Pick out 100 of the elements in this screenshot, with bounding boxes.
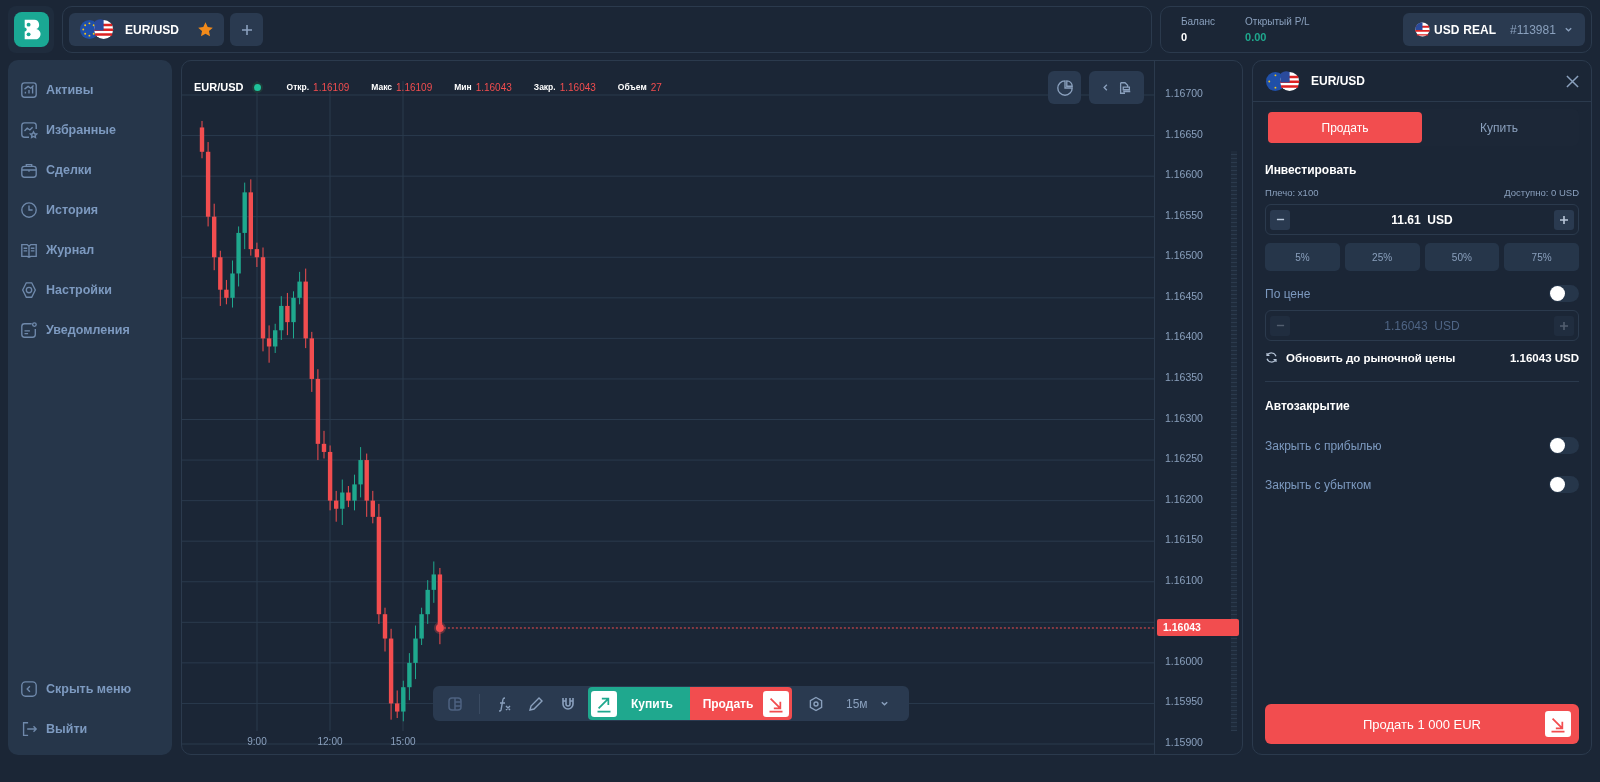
- market-price: 1.16043 USD: [1509, 351, 1579, 364]
- book-icon: [20, 241, 38, 259]
- chart-symbol: EUR/USD: [194, 81, 244, 93]
- magnet-icon[interactable]: [560, 695, 576, 712]
- document-icon: [1118, 80, 1132, 95]
- percent-button[interactable]: 5%: [1265, 243, 1340, 271]
- stat-value: 1.16043: [559, 81, 596, 93]
- us-flag-icon: [1415, 22, 1430, 37]
- available-label: Доступно: 0 USD: [1504, 187, 1579, 198]
- pl-label: Открытый P/L: [1245, 16, 1310, 27]
- plus-icon: [240, 23, 253, 36]
- settings-icon[interactable]: [808, 695, 824, 712]
- price-label: 1.15900: [1165, 736, 1203, 748]
- sidebar-item[interactable]: Скрыть меню: [20, 669, 172, 709]
- section-title: Инвестировать: [1265, 163, 1358, 177]
- star-icon[interactable]: [197, 21, 214, 38]
- stat-label: Откр.: [286, 82, 310, 92]
- stat-label: Макс: [371, 82, 393, 92]
- submit-order-button[interactable]: Продать 1 000 EUR: [1265, 704, 1579, 744]
- panel-toggle-button[interactable]: [1089, 71, 1144, 104]
- flags-icon: [79, 19, 115, 40]
- stat-label: Закр.: [533, 82, 556, 92]
- notification-icon: [20, 321, 38, 339]
- account-selector[interactable]: USD REAL #113981: [1403, 13, 1585, 46]
- time-label: 15:00: [389, 736, 417, 747]
- current-price-tag: 1.16043: [1157, 619, 1239, 636]
- arrow-up-right-icon: [591, 690, 617, 717]
- stat-label: Объем: [617, 82, 647, 92]
- price-label: 1.16350: [1165, 370, 1203, 383]
- sell-button[interactable]: Продать: [690, 687, 792, 720]
- sidebar-item[interactable]: Сделки: [20, 150, 172, 190]
- stat-value: 1.16109: [396, 81, 433, 93]
- percent-button[interactable]: 50%: [1424, 243, 1500, 271]
- sidebar-item[interactable]: Выйти: [20, 709, 172, 749]
- chevron-down-icon: [879, 699, 889, 708]
- price-label: 1.16250: [1165, 452, 1203, 465]
- price-label: 1.16150: [1165, 533, 1203, 546]
- clock-icon: [20, 201, 38, 219]
- price-label: 1.15950: [1165, 695, 1203, 708]
- sidebar-item[interactable]: Избранные: [20, 110, 172, 150]
- plus-icon: [1559, 214, 1569, 225]
- section-title: Автозакрытие: [1265, 399, 1351, 413]
- stat-value: 1.16043: [475, 81, 512, 93]
- autoclose-label: Закрыть с прибылью: [1265, 438, 1382, 453]
- arrow-down-right-icon: [763, 690, 789, 717]
- plus-icon: [1559, 320, 1569, 331]
- stat-label: Мин: [454, 82, 472, 92]
- flags-icon: [1265, 70, 1301, 92]
- percent-button[interactable]: 25%: [1344, 243, 1420, 271]
- by-price-label: По цене: [1265, 286, 1311, 301]
- chevron-down-icon: [1564, 25, 1573, 34]
- stat-value: 27: [650, 81, 662, 93]
- price-label: 1.16300: [1165, 411, 1203, 424]
- price-label: 1.16450: [1165, 289, 1203, 302]
- order-symbol: EUR/USD: [1311, 74, 1366, 88]
- side-tab[interactable]: Купить: [1422, 112, 1576, 143]
- plus-button[interactable]: [1554, 209, 1574, 230]
- sidebar-item[interactable]: Настройки: [20, 270, 172, 310]
- refresh-price-link[interactable]: Обновить до рыночной цены: [1286, 351, 1502, 364]
- arrow-down-right-icon: [1545, 711, 1571, 737]
- refresh-icon[interactable]: [1265, 351, 1278, 364]
- collapse-icon: [20, 680, 38, 698]
- trend-star-icon: [20, 121, 38, 139]
- toggle-switch[interactable]: [1549, 437, 1579, 454]
- pencil-icon[interactable]: [528, 695, 544, 712]
- price-marker: [433, 622, 446, 634]
- briefcase-icon: [20, 161, 38, 179]
- sidebar-item[interactable]: Активы: [20, 70, 172, 110]
- asset-tab[interactable]: EUR/USD: [69, 13, 224, 46]
- price-label: 1.16600: [1165, 168, 1203, 181]
- chart-type-button[interactable]: [1048, 71, 1081, 104]
- buy-button[interactable]: Купить: [588, 687, 690, 720]
- price-label: 1.16700: [1165, 87, 1203, 99]
- chart-icon: [20, 81, 38, 99]
- gear-icon: [20, 281, 38, 299]
- price-label: 1.16650: [1165, 127, 1203, 140]
- toggle-switch[interactable]: [1549, 476, 1579, 493]
- pl-value: 0.00: [1245, 31, 1268, 43]
- logo-icon: [13, 12, 49, 47]
- close-icon[interactable]: [1566, 74, 1579, 88]
- sidebar-item[interactable]: Уведомления: [20, 310, 172, 350]
- stat-value: 1.16109: [313, 81, 350, 93]
- sidebar-item[interactable]: История: [20, 190, 172, 230]
- balance-label: Баланс: [1181, 16, 1216, 27]
- autoclose-label: Закрыть с убытком: [1265, 477, 1372, 492]
- logout-icon: [20, 720, 38, 738]
- percent-button[interactable]: 75%: [1504, 243, 1579, 271]
- sidebar-item[interactable]: Журнал: [20, 230, 172, 270]
- balance-value: 0: [1181, 31, 1189, 43]
- time-label: 9:00: [246, 736, 268, 747]
- price-label: 1.16550: [1165, 208, 1203, 221]
- toggle-switch[interactable]: [1549, 285, 1579, 302]
- add-tab-button[interactable]: [230, 13, 263, 46]
- price-label: 1.16400: [1165, 330, 1203, 343]
- side-tab[interactable]: Продать: [1268, 112, 1422, 143]
- pie-chart-icon: [1055, 78, 1074, 97]
- function-icon[interactable]: [496, 695, 512, 712]
- timeframe-dropdown[interactable]: 15м: [840, 695, 895, 712]
- price-label: 1.16000: [1165, 654, 1203, 667]
- amount-field[interactable]: 11.61 USD: [1265, 204, 1579, 235]
